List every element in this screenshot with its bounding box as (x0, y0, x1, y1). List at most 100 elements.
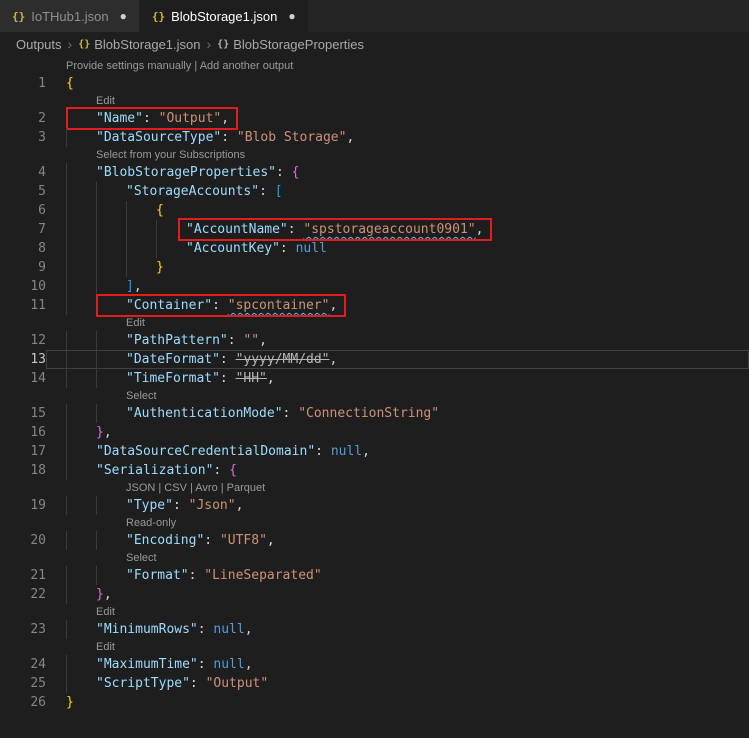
json-key: "MaximumTime" (96, 657, 198, 672)
codelens-action[interactable]: JSON | CSV | Avro | Parquet (126, 481, 265, 496)
tab-blobstorage1[interactable]: {} BlobStorage1.json ● (139, 0, 308, 32)
json-key: "DataSourceCredentialDomain" (96, 444, 316, 459)
code-line-content[interactable]: } (46, 258, 749, 277)
json-null-keyword: null (330, 444, 363, 459)
codelens-row: Provide settings manually | Add another … (0, 58, 749, 74)
codelens-row: Read-only (0, 515, 749, 531)
modified-indicator[interactable]: ● (288, 9, 295, 23)
code-line-content[interactable]: "PathPattern": "", (46, 331, 749, 350)
codelens-row: Select (0, 388, 749, 404)
code-line-content[interactable]: "Type": "Json", (46, 496, 749, 515)
line-number (0, 388, 46, 404)
code-line-content[interactable]: { (46, 201, 749, 220)
code-line-content[interactable]: "MaximumTime": null, (46, 655, 749, 674)
punctuation: , (244, 622, 253, 637)
code-line-content[interactable]: "TimeFormat": "HH", (46, 369, 749, 388)
bracket: { (291, 165, 300, 180)
codelens-content[interactable]: JSON | CSV | Avro | Parquet (46, 480, 749, 496)
code-line-content[interactable]: "AccountName": "spstorageaccount0901", (46, 218, 749, 241)
indent-guide (96, 404, 126, 423)
codelens-action[interactable]: Edit (96, 94, 115, 109)
line-number: 17 (30, 444, 46, 459)
code-line-content[interactable]: "ScriptType": "Output" (46, 674, 749, 693)
code-line: 15 "AuthenticationMode": "ConnectionStrin… (0, 404, 749, 423)
code-line-content[interactable]: }, (46, 585, 749, 604)
codelens-content[interactable]: Edit (46, 315, 749, 331)
code-line-content[interactable]: "Format": "LineSeparated" (46, 566, 749, 585)
indent-guide (66, 655, 96, 674)
code-line-content[interactable]: "BlobStorageProperties": { (46, 163, 749, 182)
punctuation: : (197, 622, 214, 637)
code-line: 23 "MinimumRows": null, (0, 620, 749, 639)
line-number: 22 (30, 587, 46, 602)
codelens-action[interactable]: Select (126, 551, 157, 566)
indent-guide (66, 331, 96, 350)
codelens-action[interactable]: Edit (96, 605, 115, 620)
line-number (0, 639, 46, 655)
codelens-content[interactable]: Read-only (46, 515, 749, 531)
code-line-content[interactable]: "AuthenticationMode": "ConnectionString" (46, 404, 749, 423)
json-string: "LineSeparated" (204, 568, 322, 583)
code-line: 6{ (0, 201, 749, 220)
indent-guide (96, 201, 126, 220)
codelens-content[interactable]: Edit (46, 604, 749, 620)
code-line-content[interactable]: { (46, 74, 749, 93)
codelens-action[interactable]: Provide settings manually | Add another … (66, 59, 293, 74)
code-line-content[interactable]: "DataSourceCredentialDomain": null, (46, 442, 749, 461)
line-number: 15 (30, 406, 46, 421)
breadcrumb-item-outputs[interactable]: Outputs (16, 37, 62, 52)
bracket: { (156, 203, 164, 218)
code-line-content[interactable]: "Container": "spcontainer", (46, 294, 749, 317)
breadcrumb-item-symbol[interactable]: {} BlobStorageProperties (217, 37, 364, 52)
code-line-content[interactable]: }, (46, 423, 749, 442)
chevron-right-icon: › (67, 36, 73, 52)
codelens-action[interactable]: Read-only (126, 516, 176, 531)
json-string: "Blob Storage" (236, 130, 347, 145)
breadcrumb-label: BlobStorageProperties (233, 36, 365, 52)
codelens-content[interactable]: Select from your Subscriptions (46, 147, 749, 163)
punctuation: , (259, 333, 267, 348)
json-string: "Output" (158, 111, 222, 126)
code-line-content[interactable]: "StorageAccounts": [ (46, 182, 749, 201)
codelens-content[interactable]: Provide settings manually | Add another … (46, 58, 749, 74)
indent-guide (96, 531, 126, 550)
codelens-content[interactable]: Select (46, 388, 749, 404)
punctuation: : (276, 165, 292, 180)
code-line-content[interactable]: "Encoding": "UTF8", (46, 531, 749, 550)
code-line-content[interactable]: "DataSourceType": "Blob Storage", (46, 128, 749, 147)
annotation-highlight-box: "AccountName": "spstorageaccount0901", (177, 218, 493, 241)
codelens-action[interactable]: Edit (126, 316, 145, 331)
line-number: 14 (30, 371, 46, 386)
code-line-content[interactable]: "Name": "Output", (46, 107, 749, 130)
tab-iothub1[interactable]: {} IoTHub1.json ● (0, 0, 140, 32)
line-number (0, 515, 46, 531)
indent-guide (96, 496, 126, 515)
codelens-action[interactable]: Select from your Subscriptions (96, 148, 245, 163)
codelens-action[interactable]: Select (126, 389, 157, 404)
indent-guide (66, 201, 96, 220)
codelens-content[interactable]: Edit (46, 639, 749, 655)
line-number: 13 (30, 352, 46, 367)
code-line-content[interactable]: "DateFormat": "yyyy/MM/dd", (46, 350, 749, 369)
json-file-icon: {} (151, 9, 166, 23)
code-line-content[interactable]: "MinimumRows": null, (46, 620, 749, 639)
punctuation: , (235, 498, 244, 513)
code-line: 11 "Container": "spcontainer", (0, 294, 749, 317)
json-string: "Json" (188, 498, 236, 513)
code-line-content[interactable]: "AccountKey": null (46, 239, 749, 258)
codelens-action[interactable]: Edit (96, 640, 115, 655)
code-line-content[interactable]: ], (46, 277, 749, 296)
code-line: 8 "AccountKey": null (0, 239, 749, 258)
code-line-content[interactable]: } (46, 693, 749, 712)
codelens-content[interactable]: Select (46, 550, 749, 566)
line-number: 3 (38, 130, 46, 145)
json-key: "StorageAccounts" (126, 184, 260, 199)
json-key: "DataSourceType" (96, 130, 222, 145)
codelens-content[interactable]: Edit (46, 93, 749, 109)
code-line: 3 "DataSourceType": "Blob Storage", (0, 128, 749, 147)
line-number: 7 (38, 222, 46, 237)
modified-indicator[interactable]: ● (120, 9, 127, 23)
code-line-content[interactable]: "Serialization": { (46, 461, 749, 480)
annotation-highlight-box: "Container": "spcontainer", (95, 294, 347, 317)
breadcrumb-item-file[interactable]: {} BlobStorage1.json (78, 37, 200, 52)
